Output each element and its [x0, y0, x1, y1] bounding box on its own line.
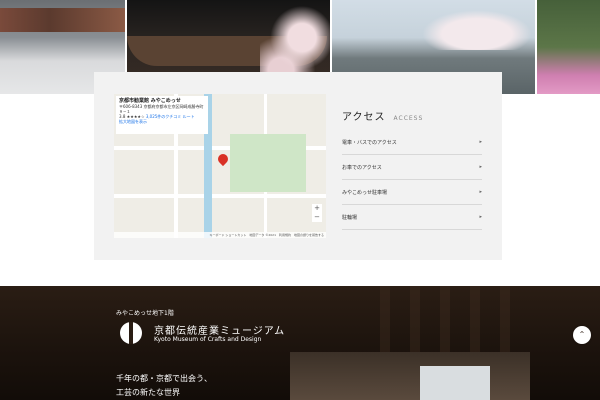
arrow-right-icon: ▸ — [479, 164, 482, 170]
google-map[interactable]: 京都市勧業館 みやこめっせ 〒606-8343 京都府京都市左京区岡崎成勝寺町９… — [114, 94, 326, 238]
access-title: アクセス — [342, 112, 386, 123]
photo-garden — [537, 0, 600, 94]
access-panel: 京都市勧業館 みやこめっせ 〒606-8343 京都府京都市左京区岡崎成勝寺町９… — [94, 72, 502, 260]
museum-name-ja: 京都伝統産業ミュージアム — [154, 326, 286, 337]
museum-logo — [116, 322, 146, 344]
access-item-bicycle-parking[interactable]: 駐輪場 ▸ — [342, 205, 482, 230]
museum-tagline: 千年の都・京都で出会う、 工芸の新たな世界 — [116, 372, 212, 400]
museum-floor-label: みやこめっせ地下1階 — [116, 310, 174, 317]
map-route-link[interactable]: ルート — [183, 114, 195, 119]
map-reviews-link[interactable]: 3,025件のクチコミ — [146, 114, 181, 119]
arrow-right-icon: ▸ — [479, 139, 482, 145]
zoom-in-button[interactable]: + — [312, 204, 322, 213]
map-footer: キーボード ショートカット 地図データ ©2021 利用規約 地図の誤りを報告す… — [114, 232, 326, 238]
access-item-label: みやこめっせ駐車場 — [342, 189, 388, 196]
map-zoom-control: + − — [312, 204, 322, 222]
museum-section: みやこめっせ地下1階 京都伝統産業ミュージアム Kyoto Museum of … — [0, 286, 600, 400]
map-address: 〒606-8343 京都府京都市左京区岡崎成勝寺町９−１ — [119, 104, 204, 114]
arrow-right-icon: ▸ — [479, 189, 482, 195]
access-item-car[interactable]: お車でのアクセス ▸ — [342, 155, 482, 180]
scroll-top-button[interactable]: ⌃ — [573, 326, 591, 344]
access-item-label: 駐輪場 — [342, 214, 358, 221]
arrow-right-icon: ▸ — [479, 214, 482, 220]
tagline-line-2: 工芸の新たな世界 — [116, 388, 180, 397]
zoom-out-button[interactable]: − — [312, 213, 322, 222]
tagline-line-1: 千年の都・京都で出会う、 — [116, 374, 212, 383]
access-list: 電車・バスでのアクセス ▸ お車でのアクセス ▸ みやこめっせ駐車場 ▸ 駐輪場… — [342, 130, 482, 230]
access-item-train-bus[interactable]: 電車・バスでのアクセス ▸ — [342, 130, 482, 155]
access-item-parking[interactable]: みやこめっせ駐車場 ▸ — [342, 180, 482, 205]
access-title-en: ACCESS — [393, 115, 424, 122]
map-place-card: 京都市勧業館 みやこめっせ 〒606-8343 京都府京都市左京区岡崎成勝寺町９… — [116, 96, 208, 134]
access-heading: アクセス ACCESS — [342, 108, 423, 123]
access-item-label: 電車・バスでのアクセス — [342, 139, 397, 146]
map-pin-icon[interactable] — [215, 151, 231, 167]
map-enlarge-link[interactable]: 拡大地図を表示 — [119, 119, 205, 124]
access-item-label: お車でのアクセス — [342, 164, 382, 171]
chevron-up-icon: ⌃ — [578, 330, 586, 339]
museum-name-en: Kyoto Museum of Crafts and Design — [154, 336, 262, 343]
